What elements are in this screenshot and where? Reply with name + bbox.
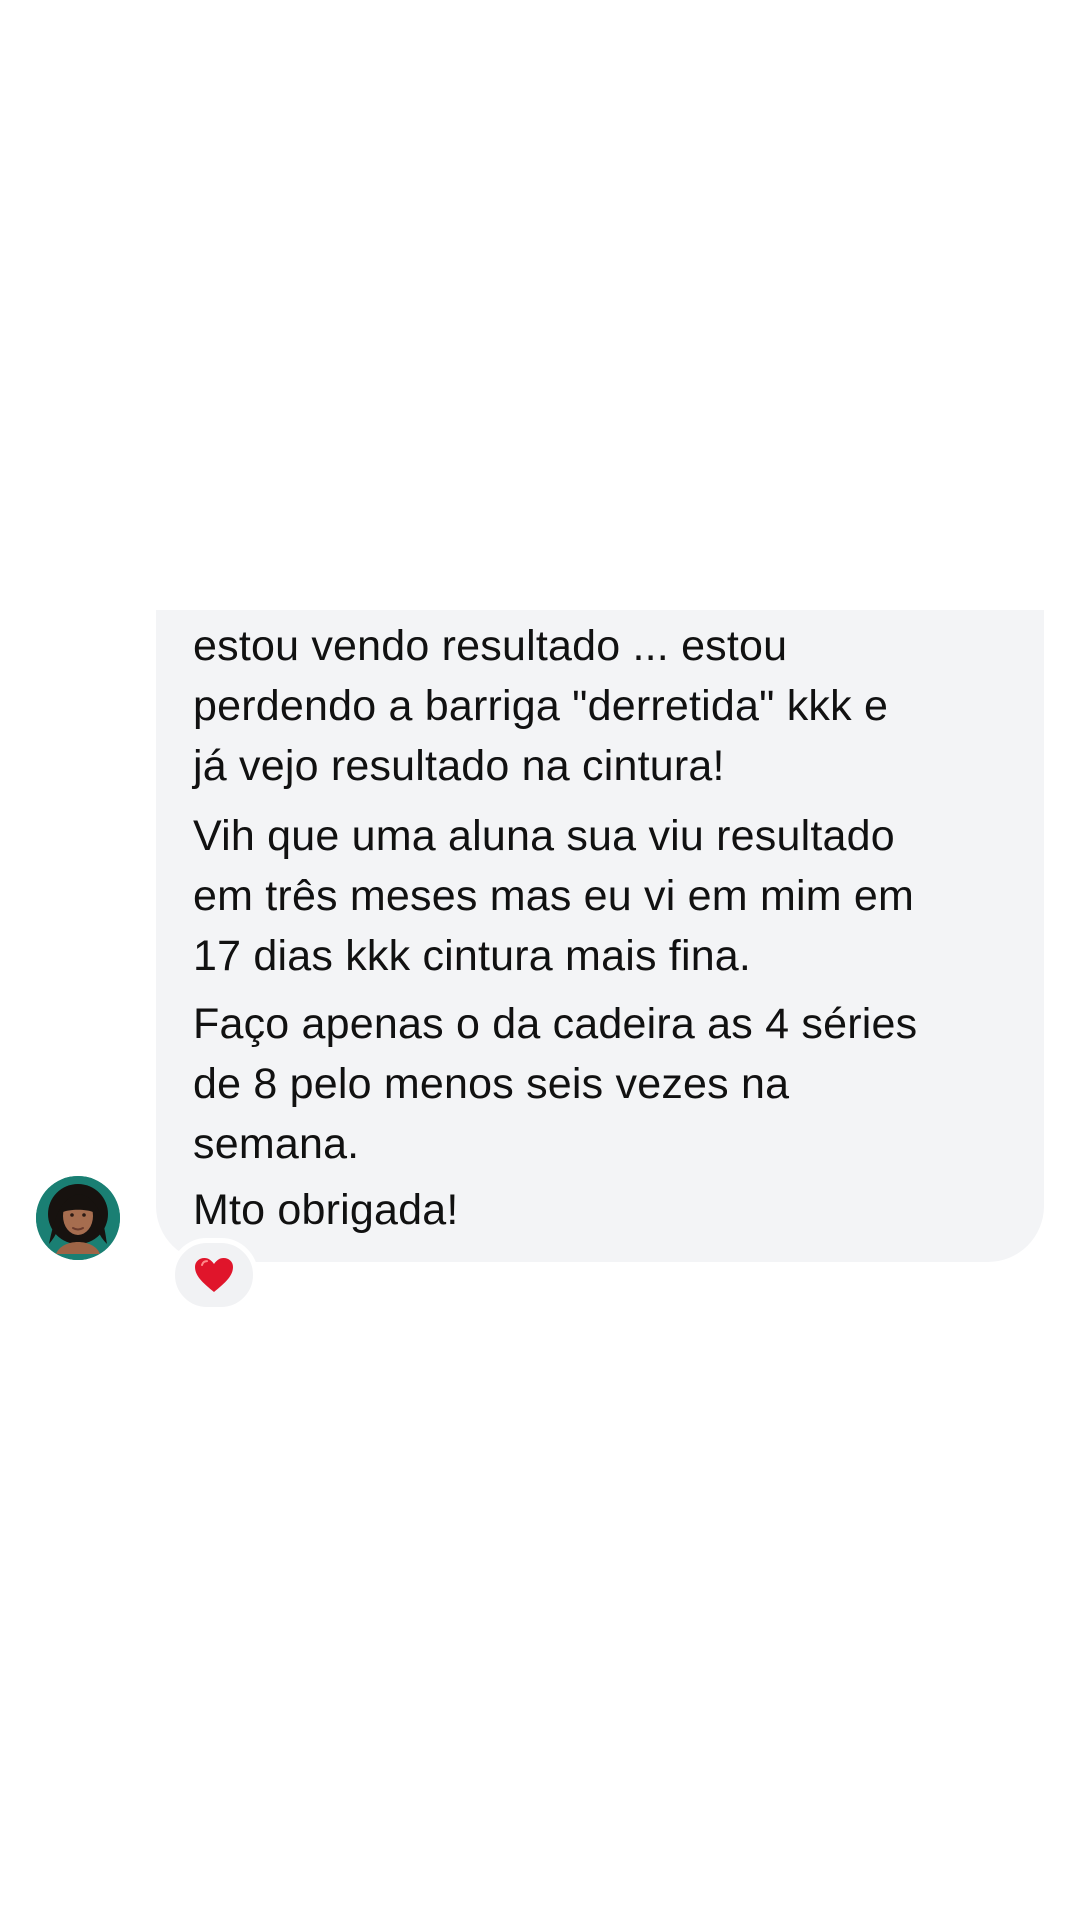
message-paragraph: Vih que uma aluna sua viu resultado em t… <box>193 812 915 980</box>
sender-avatar[interactable] <box>36 1176 120 1260</box>
message-paragraph: Faço apenas o da cadeira as 4 séries de … <box>193 1000 918 1168</box>
reaction-badge[interactable] <box>170 1238 258 1312</box>
message-bubble[interactable]: estou vendo resultado ... estou perdendo… <box>156 610 1044 1262</box>
chat-area: estou vendo resultado ... estou perdendo… <box>0 0 1080 1920</box>
heart-icon <box>193 1256 235 1294</box>
message-paragraph: Mto obrigada! <box>193 1186 459 1234</box>
message-paragraph: estou vendo resultado ... estou perdendo… <box>193 622 889 790</box>
